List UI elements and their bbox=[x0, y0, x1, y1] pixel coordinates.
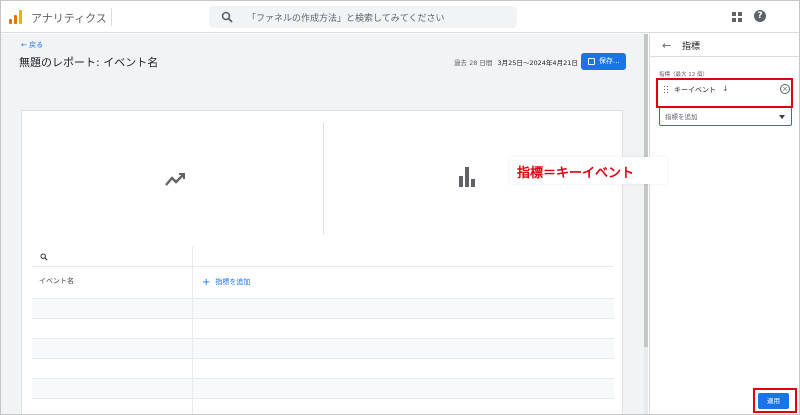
save-icon bbox=[588, 58, 595, 65]
search-input[interactable]: 「ファネルの作成方法」と検索してみてください bbox=[247, 11, 444, 24]
panel-divider bbox=[650, 56, 799, 57]
app-title: アナリティクス bbox=[31, 12, 107, 25]
header-divider bbox=[111, 8, 112, 26]
bar-chart-icon[interactable] bbox=[459, 167, 477, 187]
column-divider bbox=[192, 299, 193, 318]
save-button-label: 保存... bbox=[599, 57, 620, 65]
table-row bbox=[32, 339, 614, 359]
column-divider bbox=[192, 247, 193, 266]
arrow-left-icon[interactable]: ← bbox=[662, 39, 671, 52]
save-button[interactable]: 保存... bbox=[581, 53, 626, 70]
apply-highlight-box bbox=[753, 388, 797, 413]
help-icon[interactable]: ? bbox=[754, 10, 766, 22]
column-divider bbox=[192, 359, 193, 378]
date-range-value: 3月25日～2024年4月21日 bbox=[497, 59, 578, 67]
search-box[interactable]: 「ファネルの作成方法」と検索してみてください bbox=[209, 6, 517, 28]
column-divider bbox=[192, 379, 193, 398]
back-link[interactable]: ← 戻る bbox=[21, 40, 43, 50]
table-search-icon[interactable] bbox=[40, 253, 48, 261]
annotation-callout-text: 指標＝キーイベント bbox=[517, 166, 635, 181]
search-icon bbox=[221, 11, 233, 23]
main-scrollbar[interactable] bbox=[644, 34, 648, 414]
table-row bbox=[32, 319, 614, 339]
annotation-callout: 指標＝キーイベント bbox=[510, 157, 667, 184]
column-divider bbox=[192, 399, 193, 414]
dropdown-caret-icon bbox=[779, 115, 785, 119]
apps-grid-icon[interactable] bbox=[732, 12, 742, 22]
analytics-logo-icon[interactable] bbox=[9, 10, 23, 24]
scrollbar-thumb[interactable] bbox=[644, 34, 648, 347]
table-header-row: イベント名 + 指標を追加 bbox=[32, 267, 614, 299]
table-row bbox=[32, 299, 614, 319]
report-editor: ← 戻る 無題のレポート: イベント名 過去 28 日間 3月25日～2024年… bbox=[1, 34, 644, 414]
metric-count-label: 指標（最大 12 個） bbox=[659, 72, 708, 78]
data-table: イベント名 + 指標を追加 bbox=[32, 247, 614, 414]
line-chart-icon[interactable] bbox=[164, 171, 188, 187]
report-card: イベント名 + 指標を追加 bbox=[21, 110, 623, 414]
table-row bbox=[32, 359, 614, 379]
page-frame: アナリティクス 「ファネルの作成方法」と検索してみてください ? ← 戻る 無題… bbox=[0, 0, 800, 415]
metric-highlight-box bbox=[656, 78, 793, 108]
table-row bbox=[32, 379, 614, 399]
top-bar: アナリティクス 「ファネルの作成方法」と検索してみてください ? bbox=[1, 1, 799, 33]
column-divider bbox=[192, 267, 193, 298]
add-metric-select[interactable]: 指標を追加 bbox=[659, 107, 792, 126]
add-metric-label: 指標を追加 bbox=[215, 278, 251, 286]
date-range-selector[interactable]: 過去 28 日間 3月25日～2024年4月21日 bbox=[454, 57, 578, 67]
panel-title: 指標 bbox=[682, 42, 701, 52]
add-metric-link[interactable]: + 指標を追加 bbox=[202, 276, 251, 288]
column-divider bbox=[192, 319, 193, 338]
page-title: 無題のレポート: イベント名 bbox=[19, 56, 159, 69]
plus-icon: + bbox=[202, 277, 211, 288]
date-range-prefix: 過去 28 日間 bbox=[454, 59, 493, 67]
table-search-row bbox=[32, 247, 614, 267]
visualization-divider bbox=[323, 123, 324, 234]
add-metric-select-label: 指標を追加 bbox=[665, 113, 698, 121]
table-row bbox=[32, 399, 614, 414]
dimension-column-header[interactable]: イベント名 bbox=[39, 276, 74, 286]
column-divider bbox=[192, 339, 193, 358]
